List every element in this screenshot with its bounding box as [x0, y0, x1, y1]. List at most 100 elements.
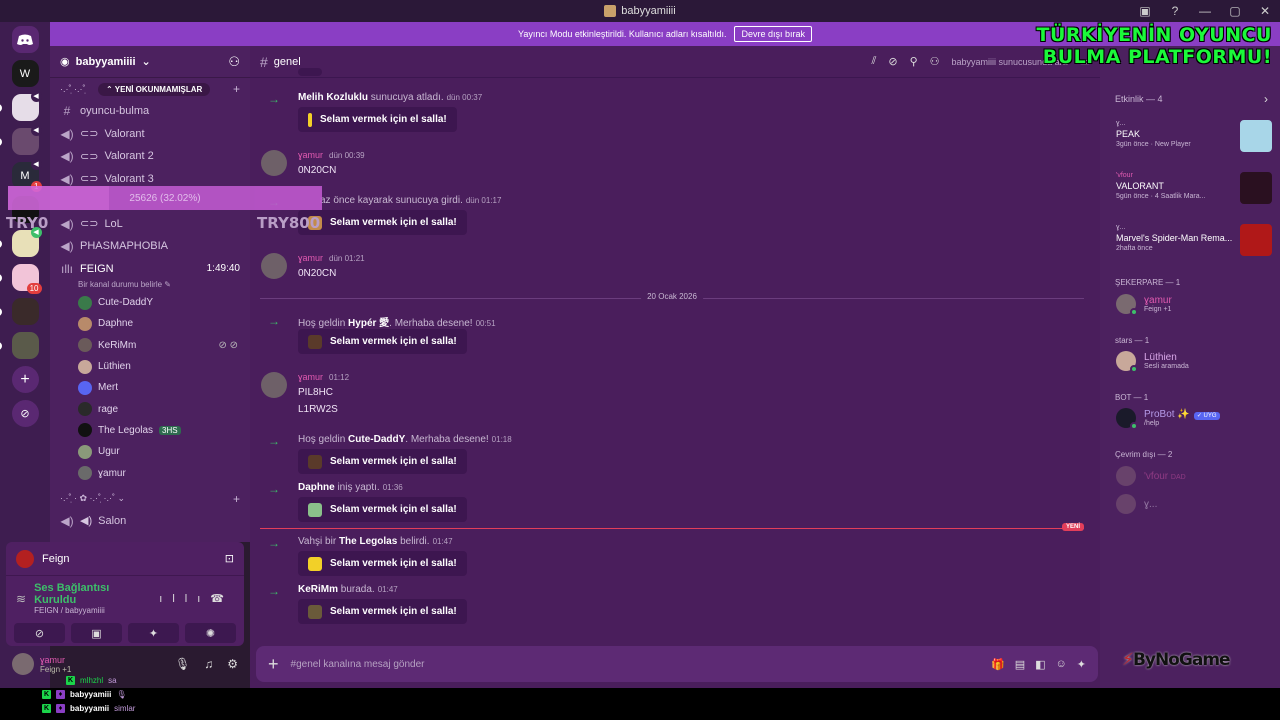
wave-button[interactable]: Selam vermek için el salla! [298, 497, 467, 522]
attach-plus-icon[interactable]: + [268, 654, 279, 675]
voice-user[interactable]: KeRiMm ⊘ ⊘ [50, 335, 250, 356]
voice-user[interactable]: Lüthien [50, 356, 250, 377]
sticker-icon[interactable]: ◧ [1035, 658, 1045, 671]
message-user[interactable]: ɣamur [298, 150, 323, 160]
category-header[interactable]: ·.·˚ ̣·.·˚ ̣ ⌃ YENİ OKUNMAMIŞLAR + [50, 78, 250, 100]
guild-icon[interactable]: ◀ [0, 227, 42, 257]
message-user[interactable]: Cute-DaddY [348, 434, 405, 445]
channel-lol[interactable]: ◀) ⊂⊃ LoL [50, 213, 250, 236]
member-row[interactable]: ɣamur Feign +1 [1116, 294, 1172, 316]
settings-gear-icon[interactable]: ⚙ [227, 657, 238, 671]
channel-title: genel [273, 55, 301, 68]
voice-controls-icons[interactable]: ıllı☎ [159, 592, 234, 605]
pin-icon[interactable]: ⚲ [910, 55, 918, 68]
channel-valorant-2[interactable]: ◀) ⊂⊃ Valorant 2 [50, 145, 250, 168]
activity-header[interactable]: Etkinlik — 4 [1115, 94, 1163, 104]
member-row[interactable]: Lüthien Sesli aramada [1116, 351, 1189, 373]
connection-status[interactable]: Ses Bağlantısı Kuruldu [34, 582, 151, 606]
guild-icon[interactable]: W [11, 60, 39, 87]
avatar[interactable] [261, 372, 287, 398]
maximize-button[interactable]: ▢ [1220, 4, 1250, 18]
voice-user[interactable]: ɣamur [50, 462, 250, 483]
discord-home-icon[interactable] [11, 26, 39, 53]
voice-user[interactable]: Cute-DaddY [50, 292, 250, 313]
activity-card[interactable]: ɣ... Marvel's Spider-Man Rema... 2hafta … [1116, 224, 1272, 256]
activity-header[interactable]: Feign ⊡ [6, 542, 244, 576]
disable-button[interactable]: Devre dışı bırak [734, 26, 812, 42]
guild-icon[interactable] [0, 332, 39, 359]
add-server-icon[interactable]: + [11, 366, 39, 393]
avatar [1116, 294, 1138, 316]
wave-button[interactable]: Selam vermek için el salla! [298, 210, 467, 235]
channel-phasmophobia[interactable]: ◀) PHASMAPHOBIA [50, 235, 250, 258]
guild-icon[interactable]: M◀1 [11, 159, 42, 192]
soundboard-button[interactable]: ✺ [185, 623, 236, 643]
composer-tools: 🎁 ▤ ◧ ☺ ✦ [991, 658, 1086, 671]
member-row[interactable]: ProBot ✨ ✓ UYG/help [1116, 408, 1220, 430]
message-user[interactable]: Melih Kozluklu [298, 92, 368, 103]
server-header[interactable]: ◉ babyyamiiii ⌄ ⚇ [50, 46, 250, 78]
avatar[interactable] [12, 653, 34, 675]
channel-feign[interactable]: ıllı FEIGN 1:49:40 [50, 258, 250, 281]
channel-status[interactable]: Bir kanal durumu belirle ✎ [50, 280, 250, 292]
members-icon[interactable]: ⚇ [930, 55, 940, 68]
message-user[interactable]: ɣamur [298, 372, 323, 382]
screen-share-icon[interactable]: ⊡ [225, 552, 234, 565]
channel-salon[interactable]: ◀) ◀) Salon [50, 510, 250, 533]
voice-user[interactable]: The Legolas 3HS [50, 420, 250, 441]
add-channel-icon[interactable]: + [233, 82, 240, 96]
guild-icon[interactable]: ◀ [0, 125, 42, 155]
activity-card[interactable]: ɣ... PEAK 3gün önce · New Player [1116, 120, 1272, 152]
member-group-header: stars — 1 [1115, 336, 1150, 345]
screen-share-button[interactable]: ▣ [71, 623, 122, 643]
voice-user[interactable]: Mert [50, 377, 250, 398]
add-member-icon[interactable]: ⚇ [228, 54, 240, 70]
wave-button[interactable]: Selam vermek için el salla! [298, 551, 467, 576]
channel-valorant[interactable]: ◀) ⊂⊃ Valorant [50, 123, 250, 146]
gif-icon[interactable]: ▤ [1015, 658, 1025, 671]
wave-button[interactable] [298, 68, 322, 76]
message-user[interactable]: ɣamur [298, 253, 323, 263]
voice-user[interactable]: Ugur [50, 441, 250, 462]
voice-action-buttons: ⊘ ▣ ✦ ✺ [6, 615, 244, 643]
new-unreads-pill[interactable]: ⌃ YENİ OKUNMAMIŞLAR [97, 82, 211, 96]
camera-off-button[interactable]: ⊘ [14, 623, 65, 643]
guild-icon[interactable]: 10 [0, 264, 42, 294]
message-user[interactable]: Daphne [298, 482, 335, 493]
screen-share-icon[interactable]: ▣ [1130, 4, 1160, 18]
emoji-icon[interactable]: ☺ [1056, 658, 1067, 671]
timestamp: dün 00:39 [329, 151, 365, 160]
guild-icon[interactable] [0, 298, 39, 325]
message-user[interactable]: KeRiMm [298, 584, 338, 595]
voice-user[interactable]: Daphne [50, 313, 250, 334]
wave-button[interactable]: Selam vermek için el salla! [298, 599, 467, 624]
voice-user[interactable]: rage [50, 398, 250, 419]
mic-icon[interactable]: 🎙 [175, 657, 190, 671]
message-user[interactable]: Hypér 愛 [348, 318, 389, 329]
guild-icon[interactable]: ◀ [0, 91, 42, 121]
headphones-icon[interactable]: ♫ [204, 657, 213, 671]
category-header[interactable]: ·.·˚ ̣· ✿ ·.·˚ ̣·.·˚ ⌄ + [50, 488, 250, 510]
message-input[interactable]: #genel kanalına mesaj gönder [291, 659, 425, 670]
help-icon[interactable]: ? [1160, 4, 1190, 18]
avatar[interactable] [261, 253, 287, 279]
avatar[interactable] [261, 150, 287, 176]
wave-button[interactable]: Selam vermek için el salla! [298, 107, 457, 132]
message-user[interactable]: The Legolas [339, 536, 397, 547]
activity-card[interactable]: 'vfour VALORANT 5gün önce · 4 Saatlik Ma… [1116, 172, 1272, 204]
activities-button[interactable]: ✦ [128, 623, 179, 643]
add-channel-icon[interactable]: + [233, 492, 240, 506]
discover-icon[interactable]: ⊘ [11, 400, 39, 427]
member-row[interactable]: ɣ... [1116, 494, 1157, 514]
gift-icon[interactable]: 🎁 [991, 658, 1005, 671]
channel-oyuncu-bulma[interactable]: # oyuncu-bulma [50, 100, 250, 123]
wave-button[interactable]: Selam vermek için el salla! [298, 449, 467, 474]
close-button[interactable]: ✕ [1250, 4, 1280, 18]
member-row[interactable]: 'vfour DAD [1116, 466, 1186, 486]
wave-button[interactable]: Selam vermek için el salla! [298, 329, 467, 354]
chevron-right-icon[interactable]: › [1264, 92, 1268, 106]
threads-icon[interactable]: ⫽ [871, 55, 876, 68]
apps-icon[interactable]: ✦ [1077, 658, 1086, 671]
minimize-button[interactable]: — [1190, 4, 1220, 18]
notifications-off-icon[interactable]: ⊘ [888, 55, 897, 68]
